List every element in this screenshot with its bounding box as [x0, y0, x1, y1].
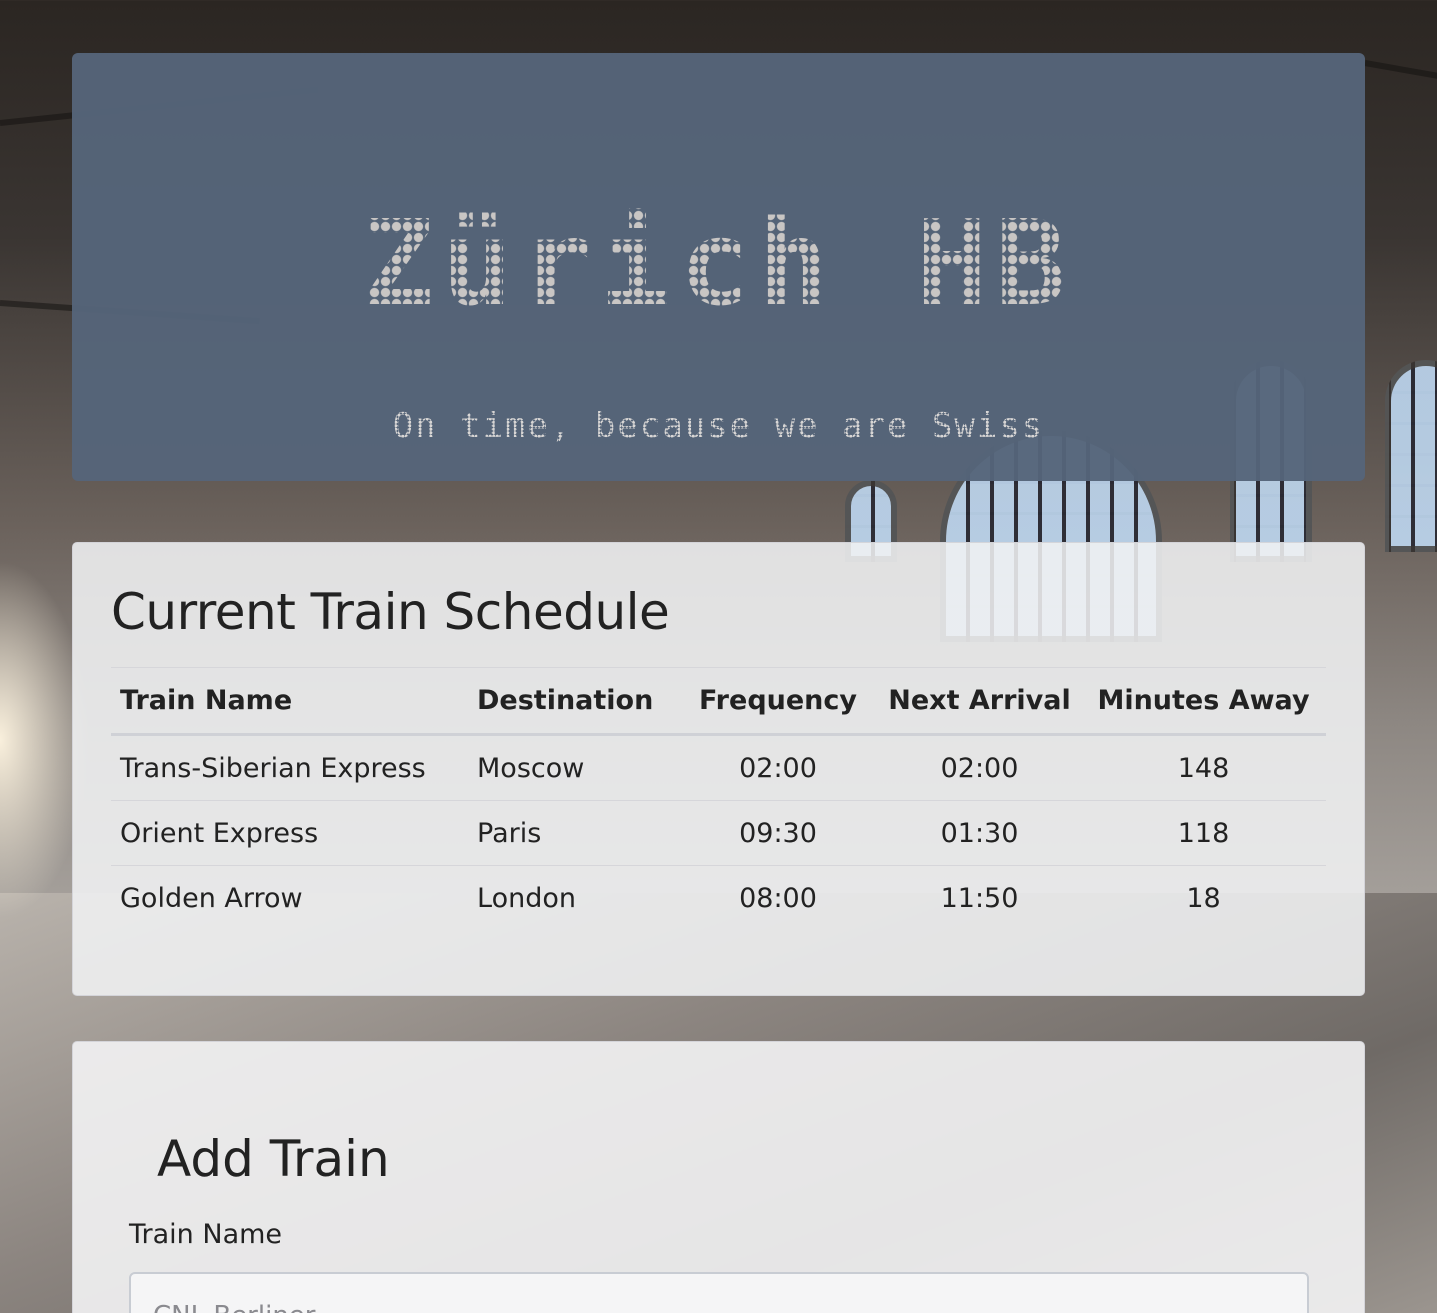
column-header-next-arrival: Next Arrival — [878, 667, 1081, 736]
train-name-cell: Golden Arrow — [120, 882, 303, 914]
next-arrival-cell: 02:00 — [878, 734, 1081, 801]
table-row: Orient Express Paris 09:30 01:30 118 — [111, 800, 1326, 866]
minutes-away-cell: 18 — [1186, 882, 1221, 914]
table-row: Trans-Siberian Express Moscow 02:00 02:0… — [111, 734, 1326, 801]
column-header-train-name: Train Name — [111, 667, 468, 736]
add-train-heading: Add Train — [157, 1130, 390, 1188]
next-arrival-cell: 11:50 — [940, 882, 1019, 914]
next-arrival-cell: 01:30 — [878, 800, 1081, 866]
station-title: Zürich HB — [72, 188, 1365, 338]
train-name-cell: Orient Express — [111, 800, 468, 866]
table-row: Golden Arrow London 08:00 11:50 18 — [111, 866, 1326, 931]
table-header-row: Train Name Destination Frequency Next Ar… — [111, 667, 1326, 736]
column-header-minutes-away: Minutes Away — [1081, 667, 1326, 736]
train-name-cell: Trans-Siberian Express — [111, 734, 468, 801]
frequency-cell: 09:30 — [678, 800, 878, 866]
schedule-card: Current Train Schedule Train Name Destin… — [72, 542, 1365, 996]
destination-cell: Paris — [468, 800, 678, 866]
train-name-label: Train Name — [129, 1219, 283, 1250]
add-train-card: Add Train Train Name — [72, 1041, 1365, 1313]
frequency-cell: 02:00 — [678, 734, 878, 801]
train-name-input[interactable] — [129, 1272, 1309, 1313]
destination-cell: London — [477, 882, 576, 914]
column-header-destination: Destination — [468, 667, 678, 736]
schedule-table: Train Name Destination Frequency Next Ar… — [111, 667, 1326, 930]
schedule-heading: Current Train Schedule — [111, 583, 670, 641]
header-banner: Zürich HB On time, because we are Swiss — [72, 53, 1365, 481]
minutes-away-cell: 148 — [1081, 734, 1326, 801]
column-header-frequency: Frequency — [678, 667, 878, 736]
frequency-cell: 08:00 — [739, 882, 817, 914]
station-tagline: On time, because we are Swiss — [72, 403, 1365, 449]
minutes-away-cell: 118 — [1081, 800, 1326, 866]
destination-cell: Moscow — [468, 734, 678, 801]
